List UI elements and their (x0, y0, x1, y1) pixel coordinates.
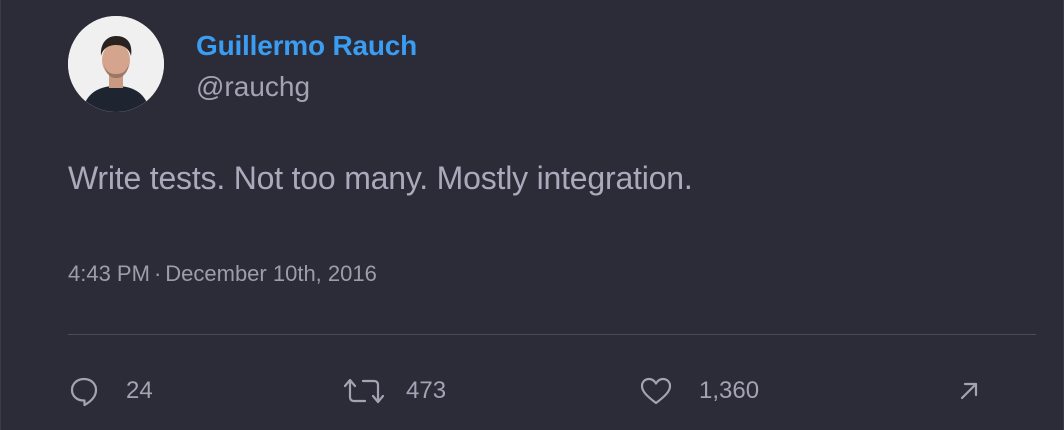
speech-bubble-icon (68, 375, 100, 407)
tweet-timestamp[interactable]: 4:43 PM · December 10th, 2016 (68, 261, 377, 287)
timestamp-separator: · (153, 261, 162, 286)
tweet-text: Write tests. Not too many. Mostly integr… (68, 160, 693, 196)
like-count: 1,360 (699, 377, 760, 404)
author-handle[interactable]: @rauchg (196, 71, 310, 103)
reply-button[interactable]: 24 (68, 372, 153, 410)
retweet-arrows-icon (344, 375, 384, 407)
retweet-count: 473 (406, 377, 447, 404)
divider (68, 334, 1036, 335)
tweet-card: Guillermo Rauch @rauchg Write tests. Not… (0, 0, 1064, 430)
heart-icon (639, 375, 673, 407)
author-display-name[interactable]: Guillermo Rauch (196, 30, 417, 62)
avatar[interactable] (68, 16, 164, 112)
retweet-button[interactable]: 473 (344, 372, 446, 410)
like-button[interactable]: 1,360 (639, 372, 759, 410)
tweet-date: December 10th, 2016 (165, 261, 377, 286)
share-button[interactable] (957, 372, 981, 410)
profile-photo-icon (68, 16, 164, 112)
reply-count: 24 (126, 377, 153, 404)
diagonal-arrow-icon (957, 379, 981, 403)
tweet-time: 4:43 PM (68, 261, 150, 286)
